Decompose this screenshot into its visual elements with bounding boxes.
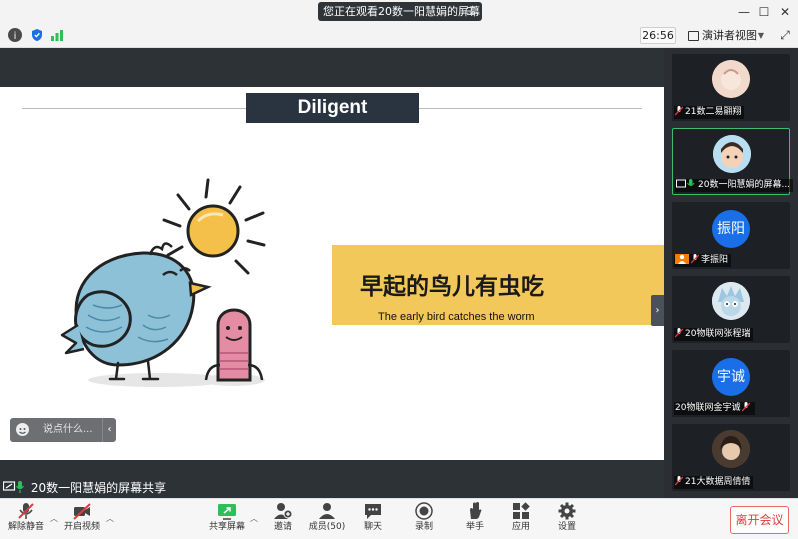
participant-name-text: 李振阳 bbox=[701, 255, 729, 265]
apps-label: 应用 bbox=[511, 522, 530, 532]
comment-input[interactable]: 说点什么... ‹ bbox=[10, 418, 116, 442]
security-shield-icon[interactable] bbox=[30, 28, 44, 42]
maximize-icon[interactable]: ☐ bbox=[755, 3, 773, 21]
gear-icon bbox=[557, 502, 577, 520]
participant-name: 20数一阳慧娟的屏幕... bbox=[675, 179, 794, 192]
participants-panel: 21数二易翮翔 20数一阳慧娟的屏幕... 振阳 李振阳 20物联网张程瑞 宇诚… bbox=[664, 48, 798, 498]
participant-tile-active[interactable]: 20数一阳慧娟的屏幕... bbox=[672, 128, 794, 195]
share-screen-button[interactable]: 共享屏幕 bbox=[205, 502, 249, 538]
view-mode-label: 演讲者视图 bbox=[702, 29, 757, 42]
bird-worm-illustration bbox=[60, 178, 266, 387]
participant-name-text: 21大数据周倩倩 bbox=[685, 477, 751, 487]
minimize-icon[interactable]: — bbox=[735, 3, 753, 21]
members-icon bbox=[317, 502, 337, 520]
screen-share-icon bbox=[676, 179, 696, 189]
participant-name: 李振阳 bbox=[674, 254, 732, 267]
avatar bbox=[712, 60, 750, 98]
participant-tile[interactable]: 21大数据周倩倩 bbox=[672, 424, 790, 491]
menu-icon[interactable]: ☰ bbox=[466, 2, 476, 21]
unmute-button[interactable]: 解除静音 bbox=[4, 502, 48, 538]
avatar bbox=[713, 135, 751, 173]
start-video-label: 开启视频 bbox=[63, 522, 100, 532]
chevron-up-icon[interactable]: ︿ bbox=[250, 513, 258, 524]
meeting-timer: 26:56 bbox=[640, 27, 676, 44]
avatar bbox=[712, 430, 750, 468]
settings-button[interactable]: 设置 bbox=[545, 502, 589, 538]
sharing-banner-text: 您正在观看20数一阳慧娟的屏幕 bbox=[323, 5, 480, 18]
slide-subtitle: The early bird catches the worm bbox=[378, 311, 535, 323]
start-video-button[interactable]: 开启视频 bbox=[60, 502, 104, 538]
leave-meeting-button[interactable]: 离开会议 bbox=[730, 506, 789, 534]
share-screen-mic-icon bbox=[2, 481, 27, 493]
participant-name: 20物联网金宇诚 bbox=[674, 402, 756, 415]
avatar: 振阳 bbox=[712, 210, 750, 248]
apps-grid-icon bbox=[511, 502, 531, 520]
participant-tile[interactable]: 21数二易翮翔 bbox=[672, 54, 790, 121]
raise-hand-button[interactable]: 举手 bbox=[453, 502, 497, 538]
participant-tile[interactable]: 宇诚 20物联网金宇诚 bbox=[672, 350, 790, 417]
chevron-left-icon[interactable]: ‹ bbox=[102, 418, 116, 442]
record-button[interactable]: 录制 bbox=[402, 502, 446, 538]
slide-headline: 早起的鸟儿有虫吃 bbox=[360, 274, 544, 300]
participant-name-text: 20物联网张程瑞 bbox=[685, 329, 751, 339]
share-screen-label: 共享屏幕 bbox=[208, 522, 245, 532]
screen-share-label-text: 20数一阳慧娟的屏幕共享 bbox=[30, 481, 167, 495]
chevron-down-icon: ▼ bbox=[757, 31, 764, 40]
slide-title: Diligent bbox=[246, 93, 419, 123]
signal-strength-icon[interactable] bbox=[50, 28, 64, 42]
presentation-slide: Diligent 早起的鸟儿有虫吃 The early bird catches… bbox=[0, 87, 664, 460]
share-screen-icon bbox=[217, 502, 237, 520]
mic-muted-icon bbox=[674, 328, 684, 338]
mic-muted-icon bbox=[16, 502, 36, 520]
participant-tile[interactable]: 振阳 李振阳 bbox=[672, 202, 790, 269]
members-button[interactable]: 成员(50) bbox=[305, 502, 349, 538]
invite-user-icon bbox=[273, 502, 293, 520]
raise-hand-icon bbox=[465, 502, 485, 520]
mic-muted-icon bbox=[690, 254, 700, 264]
mic-muted-icon bbox=[674, 106, 684, 116]
info-icon[interactable]: i bbox=[8, 28, 22, 42]
participant-name: 21数二易翮翔 bbox=[674, 106, 745, 119]
apps-button[interactable]: 应用 bbox=[499, 502, 543, 538]
participant-name: 21大数据周倩倩 bbox=[674, 476, 754, 489]
chevron-up-icon[interactable]: ︿ bbox=[106, 513, 114, 524]
participant-tile[interactable]: 20物联网张程瑞 bbox=[672, 276, 790, 343]
mic-muted-icon bbox=[674, 476, 684, 486]
speaker-view-icon bbox=[688, 31, 699, 41]
record-icon bbox=[414, 502, 434, 520]
panel-toggle-handle[interactable]: › bbox=[651, 295, 664, 326]
user-icon bbox=[675, 254, 689, 264]
unmute-label: 解除静音 bbox=[7, 522, 44, 532]
invite-button[interactable]: 邀请 bbox=[261, 502, 305, 538]
settings-label: 设置 bbox=[557, 522, 576, 532]
title-bar: 您正在观看20数一阳慧娟的屏幕 ☰ — ☐ ✕ bbox=[0, 0, 798, 24]
record-label: 录制 bbox=[414, 522, 433, 532]
raise-hand-label: 举手 bbox=[465, 522, 484, 532]
avatar bbox=[712, 282, 750, 320]
fullscreen-icon[interactable]: ⤢ bbox=[776, 26, 794, 44]
avatar: 宇诚 bbox=[712, 358, 750, 396]
participant-name-text: 21数二易翮翔 bbox=[685, 107, 742, 117]
video-off-icon bbox=[72, 502, 92, 520]
mic-muted-icon bbox=[741, 402, 751, 412]
view-mode-dropdown[interactable]: 演讲者视图 ▼ bbox=[686, 27, 766, 45]
chat-button[interactable]: 聊天 bbox=[351, 502, 395, 538]
participant-name: 20物联网张程瑞 bbox=[674, 328, 754, 341]
chat-label: 聊天 bbox=[363, 522, 382, 532]
sharing-banner[interactable]: 您正在观看20数一阳慧娟的屏幕 ☰ bbox=[318, 2, 482, 21]
participant-name-text: 20数一阳慧娟的屏幕... bbox=[698, 180, 791, 190]
emoji-icon[interactable] bbox=[16, 423, 29, 436]
chevron-up-icon[interactable]: ︿ bbox=[50, 513, 58, 524]
participant-name-text: 20物联网金宇诚 bbox=[675, 403, 741, 413]
meeting-toolbar: i 26:56 演讲者视图 ▼ ⤢ bbox=[0, 24, 798, 48]
chat-icon bbox=[363, 502, 383, 520]
comment-placeholder: 说点什么... bbox=[43, 424, 93, 435]
members-label: 成员(50) bbox=[308, 522, 346, 532]
invite-label: 邀请 bbox=[273, 522, 292, 532]
screen-share-label: 20数一阳慧娟的屏幕共享 bbox=[0, 480, 171, 497]
close-icon[interactable]: ✕ bbox=[776, 3, 794, 21]
svg-text:i: i bbox=[14, 31, 17, 42]
bottom-control-bar: 解除静音 ︿ 开启视频 ︿ 共享屏幕 ︿ 邀请 成员(50) 聊天 录制 举手 … bbox=[0, 498, 798, 539]
shared-screen: Diligent 早起的鸟儿有虫吃 The early bird catches… bbox=[0, 48, 664, 498]
